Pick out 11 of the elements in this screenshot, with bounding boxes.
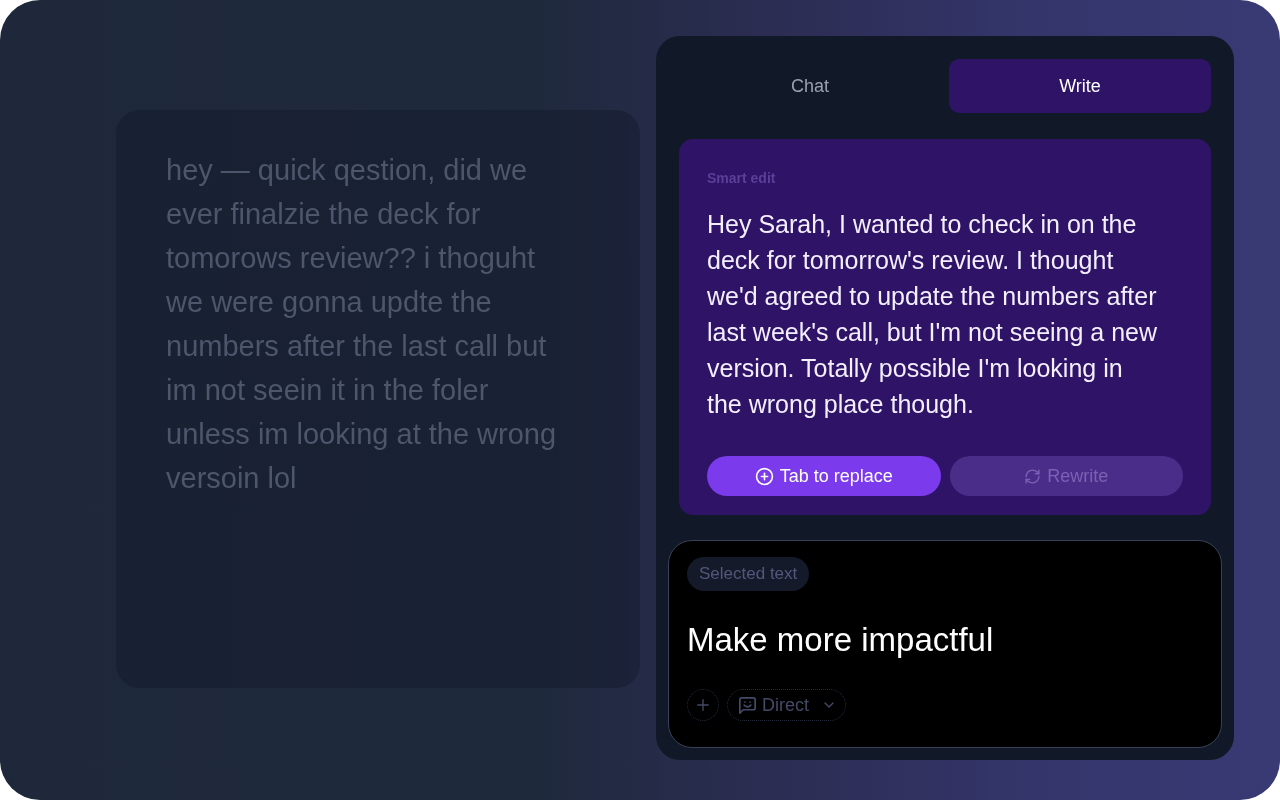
draft-text: hey — quick qestion, did we ever finalzie the deck for tomorows review?? i thoguht we were gonna updte the numbers after the last call but im not seein it in the foler unless im looking at the wrong versoin lol <box>166 153 558 496</box>
plus-icon <box>694 696 712 714</box>
prompt-input[interactable]: Make more impactful <box>687 621 994 659</box>
selected-text-chip: Selected text <box>687 557 810 591</box>
tab[interactable]: Chat <box>679 59 941 113</box>
smile-chat-icon <box>739 696 756 714</box>
plus-circle-icon <box>754 466 774 486</box>
rewritten-text: Hey Sarah, I wanted to check in on the deck for tomorrow's review. I thought we'd agreed to update the numbers after last week's call, but I'm not seeing a new version. Totally possible I'm looking in the wrong place though. <box>707 209 1159 420</box>
tab[interactable]: Write <box>949 59 1211 113</box>
replace-button[interactable]: Tab to replace <box>707 456 941 496</box>
refresh-icon <box>1024 467 1042 485</box>
